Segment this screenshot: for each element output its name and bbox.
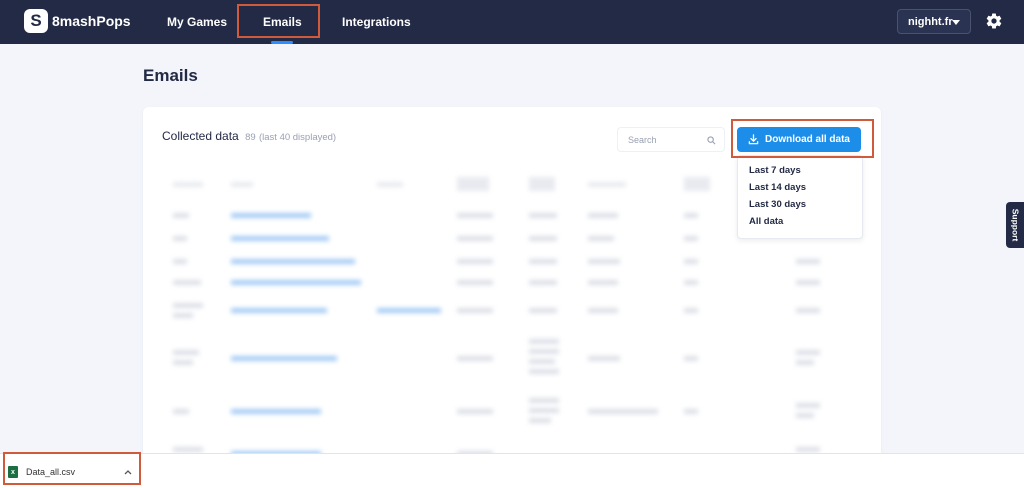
- page-title: Emails: [143, 66, 198, 85]
- collected-data-label: Collected data: [162, 129, 239, 143]
- caret-down-icon: [952, 20, 960, 25]
- nav-integrations[interactable]: Integrations: [342, 0, 411, 44]
- table-header: [588, 182, 626, 187]
- search-input[interactable]: Search: [617, 127, 725, 152]
- support-tab[interactable]: Support: [1006, 202, 1024, 248]
- logo-text: 8mashPops: [52, 13, 131, 29]
- download-all-data-label: Download all data: [764, 134, 850, 145]
- download-all-data-button[interactable]: Download all data: [737, 127, 861, 152]
- site-selector-value: nighht.fr: [908, 15, 953, 28]
- collected-data-title: Collected data 89 (last 40 displayed): [162, 129, 336, 143]
- table-header: [231, 182, 253, 187]
- support-label: Support: [1010, 208, 1021, 242]
- nav-my-games[interactable]: My Games: [167, 0, 227, 44]
- downloads-bar: x Data_all.csv: [0, 453, 1024, 488]
- gear-icon[interactable]: [985, 12, 1003, 30]
- site-selector[interactable]: nighht.fr: [897, 9, 971, 34]
- nav-emails[interactable]: Emails: [263, 0, 302, 44]
- table-header: [377, 182, 403, 187]
- collected-note: (last 40 displayed): [258, 132, 337, 143]
- table-header: [457, 177, 489, 191]
- collected-count: 89: [245, 132, 256, 143]
- chevron-up-icon[interactable]: [124, 469, 132, 475]
- menu-item-last-14-days[interactable]: Last 14 days: [749, 182, 806, 193]
- menu-item-all-data[interactable]: All data: [749, 216, 783, 227]
- search-placeholder: Search: [628, 134, 657, 145]
- downloaded-file-item[interactable]: x Data_all.csv: [8, 460, 138, 484]
- menu-item-last-30-days[interactable]: Last 30 days: [749, 199, 806, 210]
- collected-data-card: Collected data 89 (last 40 displayed) Se…: [143, 107, 881, 467]
- logo-mark: S: [24, 9, 48, 33]
- table-header: [529, 177, 555, 191]
- downloaded-file-name: Data_all.csv: [26, 467, 76, 477]
- logo[interactable]: S 8mashPops: [24, 9, 131, 33]
- menu-item-last-7-days[interactable]: Last 7 days: [749, 165, 801, 176]
- download-icon: [748, 134, 759, 145]
- search-icon: [707, 136, 716, 145]
- table-header: [173, 182, 203, 187]
- table-header: [684, 177, 710, 191]
- top-navigation: S 8mashPops My Games Emails Integrations…: [0, 0, 1024, 44]
- download-range-menu: Last 7 days Last 14 days Last 30 days Al…: [737, 155, 863, 239]
- excel-file-icon: x: [8, 466, 18, 478]
